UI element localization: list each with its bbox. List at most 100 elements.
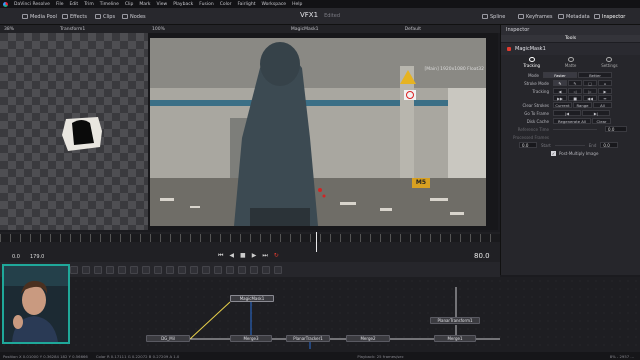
spline-icon	[482, 14, 488, 19]
time-ruler[interactable]	[0, 234, 500, 242]
keyframes-icon	[518, 14, 524, 19]
play-reverse-icon[interactable]: ◀	[229, 252, 234, 260]
transport-bar: 0.0 179.0 ⏮ ◀ ■ ▶ ⏭ ↻ 80.0	[0, 232, 500, 262]
stop-icon[interactable]: ■	[240, 252, 246, 260]
transform-tool-icon[interactable]	[142, 265, 150, 274]
menu-help[interactable]: Help	[292, 2, 302, 7]
track-step-fwd-button[interactable]: ▷	[583, 88, 597, 94]
zoom-readout: 8% - 2957 ...	[609, 353, 634, 359]
tracker-tool-icon[interactable]	[202, 265, 210, 274]
stroke-mode-row: Stroke Mode ✎ ✎ □ ▫	[501, 79, 640, 87]
paint-tool-icon[interactable]	[94, 265, 102, 274]
loop-icon[interactable]: ↻	[274, 252, 279, 260]
mask-preview-shape	[62, 117, 102, 151]
spline-button[interactable]: Spline	[482, 12, 505, 21]
tab-tools[interactable]: Tools	[501, 35, 640, 43]
shape3d-tool-icon[interactable]	[226, 265, 234, 274]
node-flow[interactable]: MagicMask1 DG_Mil Merge3 PlanarTracker1 …	[0, 277, 640, 352]
mode-faster[interactable]: Faster	[543, 72, 577, 78]
reference-time-field[interactable]: 0.0	[605, 126, 627, 132]
clear-all-button[interactable]: All	[593, 102, 612, 108]
tab-matte[interactable]: Matte	[565, 57, 576, 69]
regenerate-all-button[interactable]: Regenerate All	[553, 118, 591, 124]
polygon-tool-icon[interactable]	[178, 265, 186, 274]
go-end-icon[interactable]: ⏭	[262, 252, 267, 260]
menu-edit[interactable]: Edit	[69, 2, 78, 7]
menu-trim[interactable]: Trim	[84, 2, 94, 7]
left-viewer-header: 38% Transform1	[0, 25, 148, 33]
node-merge2[interactable]: Merge2	[346, 335, 390, 342]
camera3d-tool-icon[interactable]	[262, 265, 270, 274]
stroke-other-button[interactable]: ▫	[598, 80, 612, 86]
left-viewer[interactable]	[0, 33, 148, 230]
stroke-box-button[interactable]: □	[583, 80, 597, 86]
menu-mark[interactable]: Mark	[139, 2, 150, 7]
reference-time-slider[interactable]	[553, 128, 597, 130]
track-reverse-button[interactable]: ◀	[553, 88, 567, 94]
processed-start-field[interactable]: 0.0	[519, 142, 537, 148]
left-viewer-node[interactable]: Transform1	[60, 27, 85, 32]
menu-timeline[interactable]: Timeline	[100, 2, 119, 7]
renderer-tool-icon[interactable]	[238, 265, 246, 274]
blur-tool-icon[interactable]	[130, 265, 138, 274]
range-start[interactable]: 0.0	[12, 254, 20, 260]
tab-tracking[interactable]: Tracking	[523, 57, 540, 69]
text-tool-icon[interactable]	[70, 265, 78, 274]
settings-icon	[606, 57, 613, 62]
main-viewer-zoom[interactable]: 100%	[152, 27, 165, 32]
node-magicmask1[interactable]: MagicMask1	[230, 295, 274, 302]
menu-workspace[interactable]: Workspace	[261, 2, 286, 7]
stroke-add-button[interactable]: ✎	[553, 80, 567, 86]
menu-view[interactable]: View	[157, 2, 168, 7]
inspector-button[interactable]: Inspector	[594, 12, 625, 21]
clear-range-button[interactable]: Range	[573, 102, 592, 108]
go-start-icon[interactable]: ⏮	[218, 252, 223, 260]
menu-clip[interactable]: Clip	[125, 2, 134, 7]
menu-color[interactable]: Color	[220, 2, 232, 7]
background-tool-icon[interactable]	[82, 265, 90, 274]
metadata-button[interactable]: Metadata	[558, 12, 590, 21]
light-tool-icon[interactable]	[274, 265, 282, 274]
processed-end-field[interactable]: 0.0	[600, 142, 619, 148]
clear-cache-button[interactable]: Clear	[592, 118, 611, 124]
ellipse-tool-icon[interactable]	[166, 265, 174, 274]
tab-settings[interactable]: Settings	[601, 57, 618, 69]
mode-better[interactable]: Better	[578, 72, 612, 78]
node-planartracker1[interactable]: PlanarTracker1	[286, 335, 330, 342]
node-merge3[interactable]: Merge3	[230, 335, 272, 342]
menu-file[interactable]: File	[56, 2, 64, 7]
go-to-frame-row: Go To Frame |◀ ▶|	[501, 109, 640, 117]
go-prev-button[interactable]: |◀	[553, 110, 581, 116]
menu-app[interactable]: DaVinci Resolve	[14, 2, 50, 7]
processed-range-bar	[554, 144, 585, 146]
range-end[interactable]: 179.0	[30, 254, 44, 260]
node-dg-mil[interactable]: DG_Mil	[146, 335, 190, 342]
merge3d-tool-icon[interactable]	[250, 265, 258, 274]
particles-tool-icon[interactable]	[214, 265, 222, 274]
menu-fusion[interactable]: Fusion	[199, 2, 213, 7]
main-viewer-node[interactable]: MagicMask1	[291, 27, 319, 32]
presenter-image	[4, 266, 68, 342]
left-viewer-zoom[interactable]: 38%	[4, 27, 14, 32]
clear-current-button[interactable]: Current	[553, 102, 572, 108]
bspline-tool-icon[interactable]	[190, 265, 198, 274]
rectangle-tool-icon[interactable]	[154, 265, 162, 274]
keyframes-button[interactable]: Keyframes	[518, 12, 553, 21]
menu-bar: DaVinci Resolve File Edit Trim Timeline …	[0, 0, 640, 8]
viewer-lut-select[interactable]: Default	[405, 27, 421, 32]
node-planartransform1[interactable]: PlanarTransform1	[430, 317, 480, 324]
menu-playback[interactable]: Playback	[173, 2, 193, 7]
play-icon[interactable]: ▶	[252, 252, 257, 260]
post-multiply-checkbox[interactable]: ✓	[551, 150, 556, 156]
current-frame[interactable]: 80.0	[474, 252, 490, 260]
merge-tool-icon[interactable]	[118, 265, 126, 274]
stroke-subtract-button[interactable]: ✎	[568, 80, 582, 86]
main-viewer[interactable]: M5 [Main] 1920x1080 Float32	[148, 33, 498, 230]
menu-fairlight[interactable]: Fairlight	[237, 2, 255, 7]
playhead[interactable]	[316, 232, 317, 252]
track-step-back-button[interactable]: ◁	[568, 88, 582, 94]
node-merge1[interactable]: Merge1	[434, 335, 476, 342]
track-forward-button[interactable]: ▶	[598, 88, 612, 94]
gradient-tool-icon[interactable]	[106, 265, 114, 274]
go-next-button[interactable]: ▶|	[582, 110, 610, 116]
